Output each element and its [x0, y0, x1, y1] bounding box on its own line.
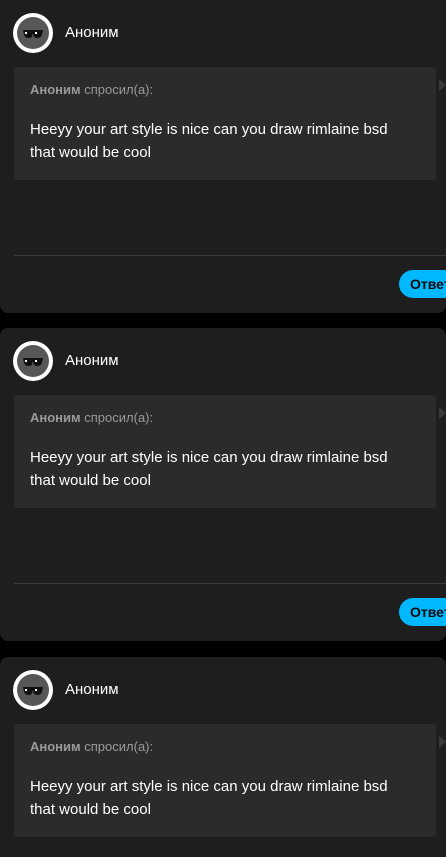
answer-button[interactable]: Ответить — [399, 598, 446, 626]
question-text: Heeyy your art style is nice can you dra… — [30, 449, 388, 489]
asked-suffix: спросил(а): — [80, 82, 154, 97]
avatar[interactable] — [13, 670, 53, 710]
anonymous-sunglasses-icon — [23, 687, 43, 695]
asked-line: Аноним спросил(а): — [30, 82, 153, 98]
divider — [14, 583, 446, 584]
triangle-right-icon[interactable] — [439, 79, 446, 91]
divider — [14, 255, 446, 256]
question-box: Аноним спросил(а): Heeyy your art style … — [14, 67, 436, 180]
avatar[interactable] — [13, 341, 53, 381]
post-author[interactable]: Аноним — [65, 351, 119, 371]
asked-suffix: спросил(а): — [80, 739, 154, 754]
answer-button[interactable]: Ответить — [399, 270, 446, 298]
triangle-right-icon[interactable] — [439, 736, 446, 748]
question-text: Heeyy your art style is nice can you dra… — [30, 121, 388, 161]
question-box: Аноним спросил(а): Heeyy your art style … — [14, 724, 436, 837]
post-author[interactable]: Аноним — [65, 23, 119, 43]
anonymous-sunglasses-icon — [23, 358, 43, 366]
question-text: Heeyy your art style is nice can you dra… — [30, 778, 388, 818]
ask-post-3: Аноним Аноним спросил(а): Heeyy your art… — [0, 657, 446, 857]
asker-name: Аноним — [30, 82, 81, 97]
ask-post-1: Аноним Аноним спросил(а): Heeyy your art… — [0, 0, 446, 313]
post-author[interactable]: Аноним — [65, 680, 119, 700]
asked-line: Аноним спросил(а): — [30, 739, 153, 755]
ask-post-2: Аноним Аноним спросил(а): Heeyy your art… — [0, 328, 446, 641]
asked-suffix: спросил(а): — [80, 410, 154, 425]
question-box: Аноним спросил(а): Heeyy your art style … — [14, 395, 436, 508]
asker-name: Аноним — [30, 410, 81, 425]
avatar[interactable] — [13, 13, 53, 53]
triangle-right-icon[interactable] — [439, 407, 446, 419]
anonymous-sunglasses-icon — [23, 30, 43, 38]
asked-line: Аноним спросил(а): — [30, 410, 153, 426]
asker-name: Аноним — [30, 739, 81, 754]
